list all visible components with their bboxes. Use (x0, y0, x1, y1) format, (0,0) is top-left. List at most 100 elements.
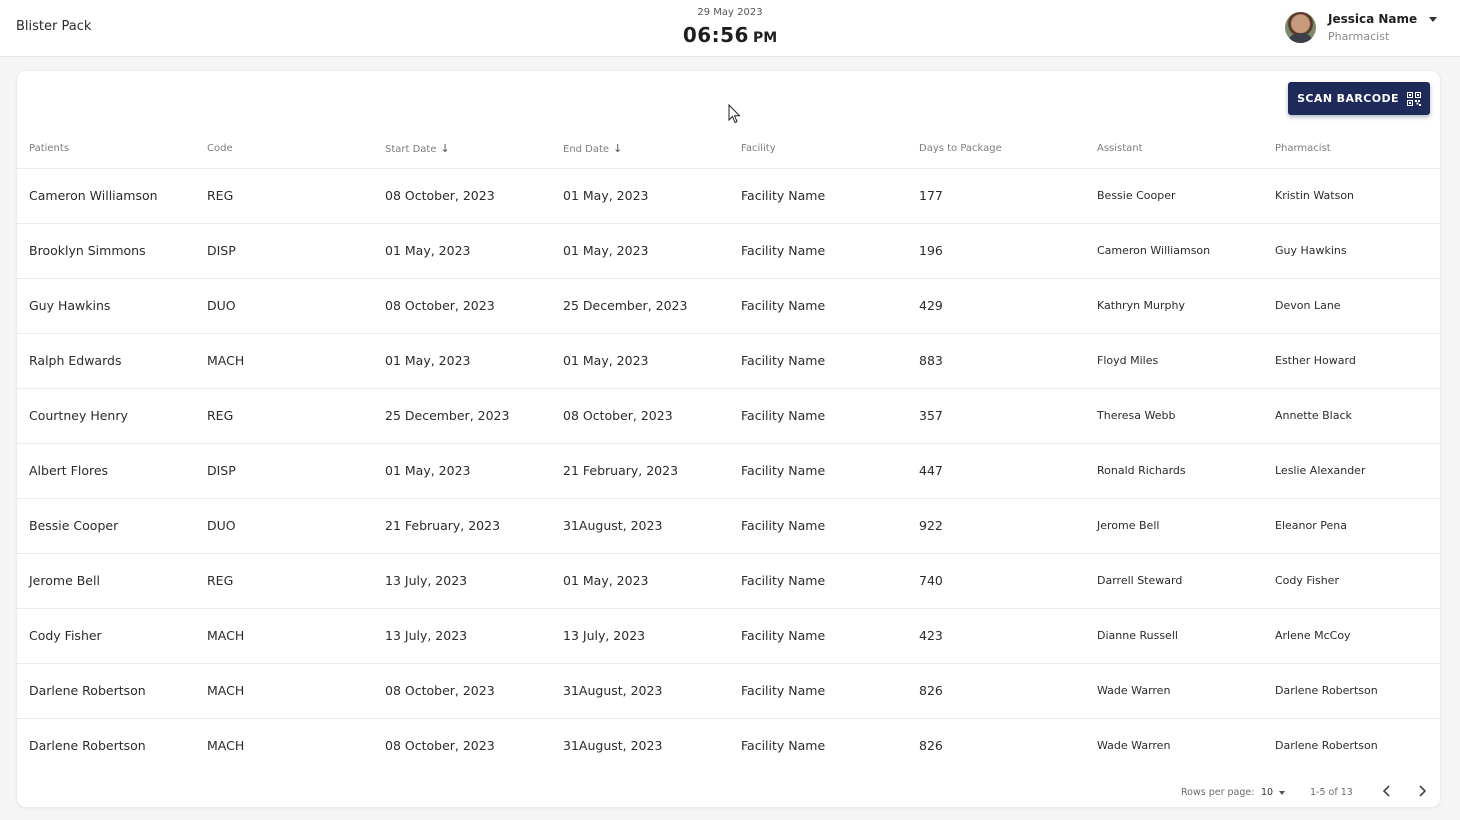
rows-per-page-caret-icon[interactable] (1279, 791, 1285, 795)
table-row[interactable]: Brooklyn Simmons DISP 01 May, 2023 01 May, … (17, 222, 1440, 278)
cell-pharmacist: Eleanor Pena (1263, 497, 1440, 553)
cell-start-date: 25 December, 2023 (373, 387, 551, 443)
cell-patients: Jerome Bell (17, 552, 195, 608)
cell-facility: Facility Name (729, 717, 907, 773)
clock-time-value: 06:56 (682, 23, 749, 47)
cell-days-to-package: 447 (907, 442, 1085, 498)
cell-code: DISP (195, 222, 373, 278)
sort-arrow-down-icon[interactable]: ↓ (441, 142, 450, 155)
cell-end-date: 31August, 2023 (551, 717, 729, 773)
table-row[interactable]: Darlene Robertson MACH 08 October, 2023 31A… (17, 662, 1440, 718)
cell-assistant: Cameron Williamson (1085, 222, 1263, 278)
cell-facility: Facility Name (729, 662, 907, 718)
clock-date: 29 May 2023 (697, 7, 763, 18)
column-header-start-date[interactable]: Start Date ↓ (373, 130, 551, 168)
sort-arrow-down-icon[interactable]: ↓ (613, 142, 622, 155)
table-header-row: Patients Code Start Date ↓ End Date ↓ Facility… (17, 130, 1440, 168)
table-row[interactable]: Darlene Robertson MACH 08 October, 2023 31A… (17, 717, 1440, 773)
column-header-label: Code (207, 143, 233, 155)
table-row[interactable]: Albert Flores DISP 01 May, 2023 21 February… (17, 442, 1440, 498)
cell-days-to-package: 423 (907, 607, 1085, 663)
cell-start-date: 08 October, 2023 (373, 167, 551, 223)
cell-end-date: 01 May, 2023 (551, 167, 729, 223)
column-header-label: Pharmacist (1275, 143, 1331, 155)
cell-patients: Guy Hawkins (17, 277, 195, 333)
cell-assistant: Bessie Cooper (1085, 167, 1263, 223)
rows-per-page-label: Rows per page: (1181, 787, 1255, 798)
column-header-assistant[interactable]: Assistant (1085, 130, 1263, 168)
cell-days-to-package: 826 (907, 717, 1085, 773)
cell-pharmacist: Devon Lane (1263, 277, 1440, 333)
column-header-code[interactable]: Code (195, 130, 373, 168)
column-header-label: Days to Package (919, 143, 1002, 155)
cell-facility: Facility Name (729, 332, 907, 388)
scan-barcode-label: SCAN BARCODE (1297, 92, 1399, 105)
cell-facility: Facility Name (729, 387, 907, 443)
scan-barcode-button[interactable]: SCAN BARCODE (1288, 82, 1430, 115)
clock: 29 May 2023 06:56 PM (630, 6, 830, 51)
cell-start-date: 08 October, 2023 (373, 662, 551, 718)
table-row[interactable]: Bessie Cooper DUO 21 February, 2023 31Augus… (17, 497, 1440, 553)
column-header-label: Start Date (385, 144, 437, 156)
cell-assistant: Jerome Bell (1085, 497, 1263, 553)
cell-patients: Bessie Cooper (17, 497, 195, 553)
rows-per-page-select[interactable]: 10 (1261, 787, 1273, 798)
column-header-label: Patients (29, 143, 70, 155)
table-row[interactable]: Cody Fisher MACH 13 July, 2023 13 July, 202… (17, 607, 1440, 663)
table-row[interactable]: Ralph Edwards MACH 01 May, 2023 01 May, 202… (17, 332, 1440, 388)
cell-start-date: 01 May, 2023 (373, 442, 551, 498)
cell-patients: Courtney Henry (17, 387, 195, 443)
qr-code-icon (1406, 91, 1421, 106)
cell-end-date: 01 May, 2023 (551, 222, 729, 278)
cell-days-to-package: 429 (907, 277, 1085, 333)
cell-days-to-package: 826 (907, 662, 1085, 718)
cell-patients: Ralph Edwards (17, 332, 195, 388)
cell-patients: Darlene Robertson (17, 662, 195, 718)
chevron-left-icon[interactable] (1379, 783, 1395, 799)
cell-end-date: 21 February, 2023 (551, 442, 729, 498)
column-header-patients[interactable]: Patients (17, 130, 195, 168)
table-row[interactable]: Jerome Bell REG 13 July, 2023 01 May, 2023 F… (17, 552, 1440, 608)
cell-code: REG (195, 167, 373, 223)
column-header-end-date[interactable]: End Date ↓ (551, 130, 729, 168)
cell-patients: Albert Flores (17, 442, 195, 498)
cell-code: MACH (195, 662, 373, 718)
cell-facility: Facility Name (729, 552, 907, 608)
clock-ampm: PM (752, 30, 778, 46)
cell-facility: Facility Name (729, 607, 907, 663)
cell-pharmacist: Annette Black (1263, 387, 1440, 443)
cell-pharmacist: Cody Fisher (1263, 552, 1440, 608)
cell-assistant: Dianne Russell (1085, 607, 1263, 663)
cell-start-date: 13 July, 2023 (373, 607, 551, 663)
table-row[interactable]: Guy Hawkins DUO 08 October, 2023 25 Decembe… (17, 277, 1440, 333)
caret-down-icon[interactable] (1429, 17, 1437, 22)
cell-days-to-package: 922 (907, 497, 1085, 553)
cell-code: MACH (195, 332, 373, 388)
cell-start-date: 08 October, 2023 (373, 277, 551, 333)
column-header-facility[interactable]: Facility (729, 130, 907, 168)
user-role: Pharmacist (1328, 30, 1390, 43)
user-name: Jessica Name (1328, 12, 1418, 26)
cell-code: REG (195, 552, 373, 608)
column-header-days-to-package[interactable]: Days to Package (907, 130, 1085, 168)
avatar[interactable] (1285, 12, 1316, 43)
cell-end-date: 31August, 2023 (551, 497, 729, 553)
cell-pharmacist: Arlene McCoy (1263, 607, 1440, 663)
cell-end-date: 08 October, 2023 (551, 387, 729, 443)
cell-facility: Facility Name (729, 277, 907, 333)
column-header-pharmacist[interactable]: Pharmacist (1263, 130, 1440, 168)
cell-pharmacist: Darlene Robertson (1263, 662, 1440, 718)
table-row[interactable]: Courtney Henry REG 25 December, 2023 08 Oct… (17, 387, 1440, 443)
user-menu[interactable]: Jessica Name Pharmacist (1285, 12, 1445, 46)
chevron-right-icon[interactable] (1414, 783, 1430, 799)
cell-patients: Cameron Williamson (17, 167, 195, 223)
cell-code: MACH (195, 717, 373, 773)
pagination: Rows per page: 10 1-5 of 13 (17, 779, 1440, 805)
cell-start-date: 21 February, 2023 (373, 497, 551, 553)
cell-code: DUO (195, 277, 373, 333)
table-row[interactable]: Cameron Williamson REG 08 October, 2023 01 … (17, 167, 1440, 223)
cell-days-to-package: 357 (907, 387, 1085, 443)
patients-table: Patients Code Start Date ↓ End Date ↓ Facility… (17, 130, 1440, 773)
column-header-label: End Date (563, 144, 610, 156)
cell-pharmacist: Darlene Robertson (1263, 717, 1440, 773)
